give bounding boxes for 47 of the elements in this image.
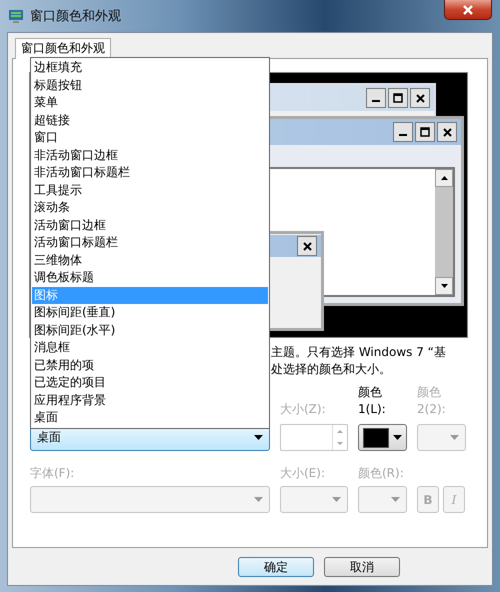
list-item[interactable]: 图标间距(垂直) bbox=[32, 304, 268, 322]
caret-icon bbox=[254, 497, 263, 502]
font-color-picker[interactable] bbox=[358, 486, 407, 513]
list-item[interactable]: 已选定的项目 bbox=[32, 374, 268, 392]
list-item[interactable]: 工具提示 bbox=[32, 182, 268, 199]
list-item[interactable]: 边框填充 bbox=[32, 59, 268, 76]
dialog-button[interactable]: 确定 bbox=[238, 557, 314, 577]
list-item[interactable]: 标题按钮 bbox=[32, 76, 268, 94]
dialog-button[interactable]: 取消 bbox=[324, 557, 400, 577]
size-label: 大小(Z): bbox=[280, 401, 327, 418]
window-title: 窗口颜色和外观 bbox=[30, 8, 121, 25]
description-text: 处选择的颜色和大小。 bbox=[271, 361, 392, 378]
font-label: 字体(F): bbox=[30, 465, 76, 482]
display-icon bbox=[8, 8, 24, 24]
list-item[interactable]: 桌面 bbox=[32, 409, 268, 426]
list-item[interactable]: 非活动窗口边框 bbox=[32, 146, 268, 164]
tab[interactable]: 窗口颜色和外观 bbox=[15, 38, 111, 59]
font-size-label: 大小(E): bbox=[280, 465, 326, 482]
close-icon bbox=[462, 4, 474, 14]
list-item[interactable]: 活动窗口标题栏 bbox=[32, 234, 268, 252]
color-picker[interactable] bbox=[417, 424, 466, 451]
list-item[interactable]: 滚动条 bbox=[32, 199, 268, 216]
font-size-dropdown[interactable] bbox=[280, 486, 348, 513]
list-item[interactable]: 非活动窗口标题栏 bbox=[32, 164, 268, 182]
list-item[interactable]: 消息框 bbox=[32, 339, 268, 356]
caret-icon bbox=[332, 497, 341, 502]
size-spinner[interactable] bbox=[280, 424, 348, 451]
list-item[interactable]: 应用程序背景 bbox=[32, 392, 268, 409]
close-button[interactable] bbox=[444, 0, 492, 20]
caret-icon bbox=[391, 497, 400, 502]
color-picker[interactable] bbox=[358, 424, 407, 451]
list-item[interactable]: 三维物体 bbox=[32, 252, 268, 269]
font-color-label: 颜色(R): bbox=[358, 465, 405, 482]
list-item[interactable]: 图标间距(水平) bbox=[32, 322, 268, 339]
list-item[interactable]: 调色板标题 bbox=[32, 269, 268, 286]
color-label: 颜色 2(2): bbox=[417, 384, 447, 418]
list-item[interactable]: 窗口 bbox=[32, 129, 268, 146]
description-text: 主题。只有选择 Windows 7 “基 bbox=[271, 344, 447, 361]
color-label: 颜色 1(L): bbox=[358, 384, 387, 418]
list-item[interactable]: 活动窗口边框 bbox=[32, 216, 268, 234]
font-dropdown[interactable] bbox=[30, 486, 270, 513]
caret-icon bbox=[254, 435, 263, 440]
list-item[interactable]: 已禁用的项 bbox=[32, 356, 268, 374]
list-item[interactable]: 超链接 bbox=[32, 112, 268, 129]
list-item[interactable]: 菜单 bbox=[32, 94, 268, 112]
caret-icon bbox=[393, 435, 402, 440]
caret-icon bbox=[450, 435, 459, 440]
